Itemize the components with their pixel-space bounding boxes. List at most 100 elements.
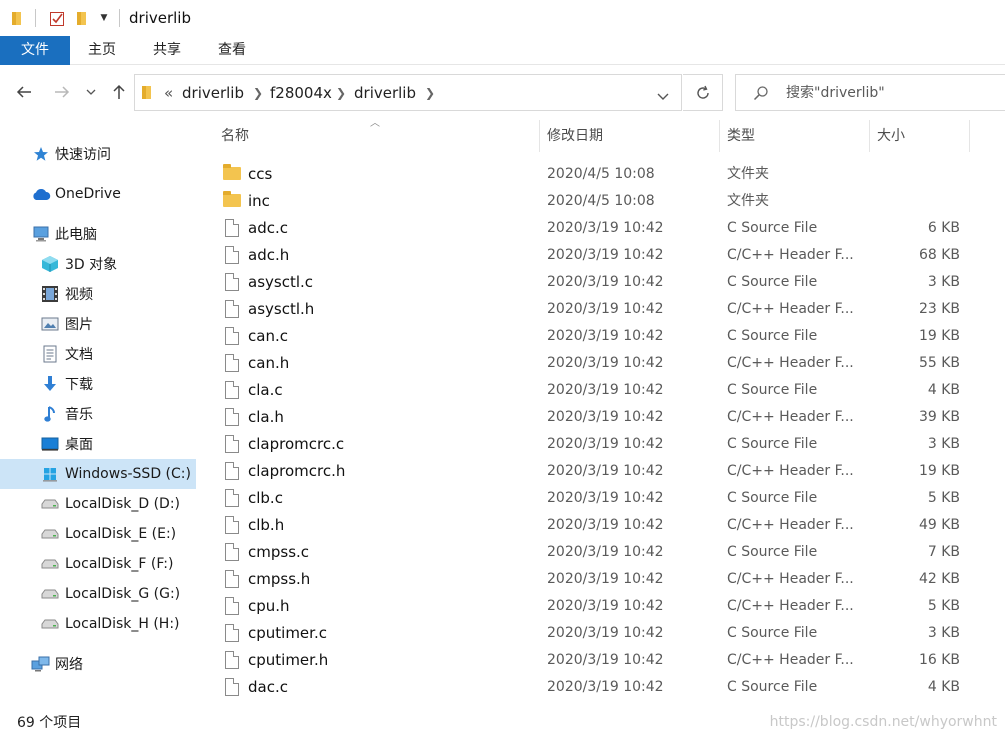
search-box[interactable]: 搜索"driverlib" [735,74,1005,111]
nav-item-videos[interactable]: 视频 [0,279,196,309]
up-button[interactable] [105,78,133,106]
tab-file[interactable]: 文件 [0,36,70,65]
column-header-size[interactable]: 大小 [877,120,905,152]
file-name: clb.c [248,489,283,507]
nav-item-drive-e[interactable]: LocalDisk_E (E:) [0,519,196,549]
nav-item-onedrive[interactable]: OneDrive [0,179,196,209]
file-row[interactable]: adc.h 2020/3/19 10:42 C/C++ Header F... 68 … [200,241,990,268]
network-icon [31,655,51,673]
nav-item-drive-f[interactable]: LocalDisk_F (F:) [0,549,196,579]
file-row[interactable]: cputimer.c 2020/3/19 10:42 C Source File 3 … [200,619,990,646]
column-header-date[interactable]: 修改日期 [547,120,603,152]
download-arrow-icon [41,375,59,393]
nav-item-pictures[interactable]: 图片 [0,309,196,339]
file-row[interactable]: can.c 2020/3/19 10:42 C Source File 19 KB [200,322,990,349]
forward-button[interactable] [48,78,76,106]
file-row[interactable]: inc 2020/4/5 10:08 文件夹 [200,187,990,214]
file-row[interactable]: cmpss.h 2020/3/19 10:42 C/C++ Header F... 4… [200,565,990,592]
tab-view[interactable]: 查看 [210,36,254,65]
nav-item-music[interactable]: 音乐 [0,399,196,429]
file-name: asysctl.c [248,273,314,291]
refresh-button[interactable] [683,74,723,111]
column-header-type[interactable]: 类型 [727,120,755,152]
nav-item-documents[interactable]: 文档 [0,339,196,369]
nav-label: LocalDisk_F (F:) [65,556,174,572]
file-date: 2020/4/5 10:08 [547,166,655,182]
address-bar[interactable]: « driverlib ❯ f28004x ❯ driverlib ❯ [134,74,682,111]
nav-item-this-pc[interactable]: 此电脑 [0,219,196,249]
column-divider[interactable] [539,120,540,152]
nav-label: LocalDisk_H (H:) [65,616,180,632]
file-row[interactable]: ccs 2020/4/5 10:08 文件夹 [200,160,990,187]
customize-toolbar-chevron-icon[interactable]: ▼ [97,8,111,28]
nav-item-drive-h[interactable]: LocalDisk_H (H:) [0,609,196,639]
breadcrumb-item[interactable]: f28004x [270,84,332,102]
nav-item-quick-access[interactable]: 快速访问 [0,139,196,169]
properties-icon[interactable] [47,8,67,28]
nav-item-drive-g[interactable]: LocalDisk_G (G:) [0,579,196,609]
file-name: inc [248,192,270,210]
file-icon [225,327,241,345]
address-history-chevron-down-icon[interactable] [657,89,669,105]
file-name: clapromcrc.c [248,435,345,453]
file-row[interactable]: clapromcrc.h 2020/3/19 10:42 C/C++ Header … [200,457,990,484]
file-size: 6 KB [927,220,960,236]
folder-icon [223,191,241,210]
file-row[interactable]: clb.h 2020/3/19 10:42 C/C++ Header F... 49 … [200,511,990,538]
tab-home[interactable]: 主页 [80,36,124,65]
file-row[interactable]: cputimer.h 2020/3/19 10:42 C/C++ Header F.… [200,646,990,673]
nav-label: 此电脑 [55,227,97,243]
file-row[interactable]: dac.c 2020/3/19 10:42 C Source File 4 KB [200,673,990,700]
column-divider[interactable] [719,120,720,152]
nav-label: 网络 [55,657,83,673]
file-type: C Source File [727,274,818,290]
file-size: 42 KB [918,571,960,587]
nav-item-network[interactable]: 网络 [0,649,196,679]
file-row[interactable]: asysctl.h 2020/3/19 10:42 C/C++ Header F..… [200,295,990,322]
file-row[interactable]: clb.c 2020/3/19 10:42 C Source File 5 KB [200,484,990,511]
file-icon [225,462,241,480]
hard-drive-icon [41,525,59,543]
file-row[interactable]: cmpss.c 2020/3/19 10:42 C Source File 7 KB [200,538,990,565]
back-button[interactable] [10,78,38,106]
file-date: 2020/3/19 10:42 [547,382,664,398]
file-row[interactable]: cla.c 2020/3/19 10:42 C Source File 4 KB [200,376,990,403]
file-size: 19 KB [918,328,960,344]
file-row[interactable]: cpu.h 2020/3/19 10:42 C/C++ Header F... 5 K… [200,592,990,619]
breadcrumb-chevron-icon[interactable]: ❯ [336,84,346,102]
new-folder-icon[interactable] [74,8,90,28]
file-size: 16 KB [918,652,960,668]
nav-item-drive-d[interactable]: LocalDisk_D (D:) [0,489,196,519]
nav-item-drive-c[interactable]: Windows-SSD (C:) [0,459,196,489]
column-header-name[interactable]: 名称 [221,120,249,152]
file-date: 2020/3/19 10:42 [547,355,664,371]
column-divider[interactable] [969,120,970,152]
nav-item-3d-objects[interactable]: 3D 对象 [0,249,196,279]
file-type: C Source File [727,382,818,398]
breadcrumb-overflow[interactable]: « [164,84,173,102]
file-row[interactable]: can.h 2020/3/19 10:42 C/C++ Header F... 55 … [200,349,990,376]
nav-item-downloads[interactable]: 下载 [0,369,196,399]
file-name: cla.h [248,408,284,426]
search-input[interactable]: 搜索"driverlib" [786,84,885,102]
nav-item-desktop[interactable]: 桌面 [0,429,196,459]
breadcrumb-item[interactable]: driverlib [182,84,244,102]
file-list[interactable]: ccs 2020/4/5 10:08 文件夹 inc 2020/4/5 10:08 文件夹… [200,160,990,708]
breadcrumb-chevron-icon[interactable]: ❯ [253,84,263,102]
column-divider[interactable] [869,120,870,152]
file-type: C/C++ Header F... [727,355,854,371]
tab-share[interactable]: 共享 [145,36,189,65]
windows-drive-icon [41,465,59,483]
breadcrumb-item[interactable]: driverlib [354,84,416,102]
file-icon [225,381,241,399]
recent-locations-button[interactable] [80,78,102,106]
file-size: 4 KB [927,679,960,695]
file-row[interactable]: cla.h 2020/3/19 10:42 C/C++ Header F... 39 … [200,403,990,430]
file-row[interactable]: adc.c 2020/3/19 10:42 C Source File 6 KB [200,214,990,241]
file-row[interactable]: clapromcrc.c 2020/3/19 10:42 C Source File… [200,430,990,457]
sort-ascending-icon: ︿ [370,118,380,129]
file-size: 7 KB [927,544,960,560]
breadcrumb-chevron-icon[interactable]: ❯ [425,84,435,102]
status-bar: 69 个项目 https://blog.csdn.net/whyorwhnt [0,708,1005,737]
file-row[interactable]: asysctl.c 2020/3/19 10:42 C Source File 3 K… [200,268,990,295]
